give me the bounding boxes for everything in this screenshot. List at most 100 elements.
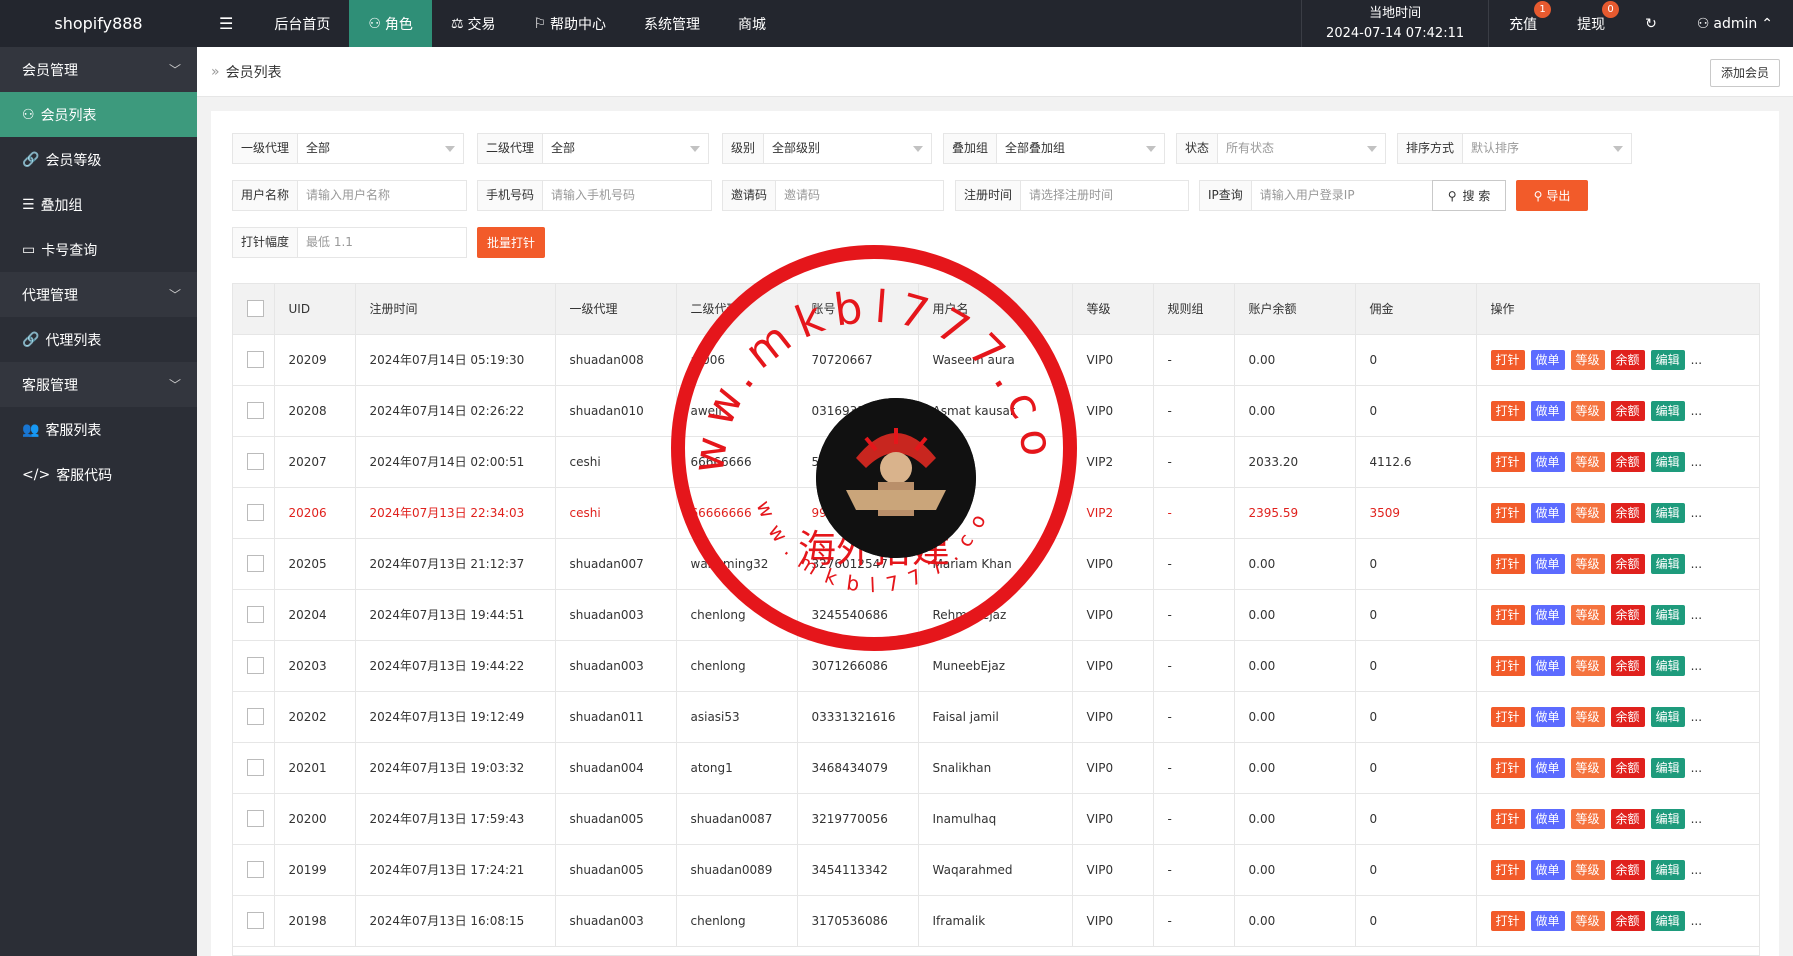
action-button-3[interactable]: 余额 (1610, 604, 1645, 625)
row-checkbox[interactable] (247, 351, 264, 368)
action-button-3[interactable]: 余额 (1610, 706, 1645, 727)
action-button-2[interactable]: 等级 (1570, 553, 1605, 574)
nav-trade[interactable]: ⚖ 交易 (432, 0, 515, 47)
action-button-0[interactable]: 打针 (1490, 349, 1525, 370)
action-button-0[interactable]: 打针 (1490, 706, 1525, 727)
batch-inject-button[interactable]: 批量打针 (477, 227, 545, 258)
phone-input[interactable]: 请输入手机号码 (543, 181, 711, 210)
invite-input[interactable]: 邀请码 (776, 181, 943, 210)
nav-home[interactable]: 后台首页 (255, 0, 349, 47)
row-checkbox[interactable] (247, 504, 264, 521)
action-button-0[interactable]: 打针 (1490, 400, 1525, 421)
menu-toggle-icon[interactable]: ☰ (197, 0, 255, 47)
action-button-3[interactable]: 余额 (1610, 655, 1645, 676)
action-button-2[interactable]: 等级 (1570, 859, 1605, 880)
filter-invite[interactable]: 邀请码 邀请码 (722, 180, 944, 211)
action-button-4[interactable]: 编辑 (1650, 706, 1685, 727)
action-button-3[interactable]: 余额 (1610, 400, 1645, 421)
filter-agent1[interactable]: 一级代理 全部 (232, 133, 464, 164)
recharge-button[interactable]: 充值 1 (1489, 0, 1557, 47)
sidebar-item-stack-group[interactable]: ☰ 叠加组 (0, 182, 197, 227)
refresh-icon[interactable]: ↻ (1625, 0, 1677, 47)
action-button-2[interactable]: 等级 (1570, 349, 1605, 370)
level-select[interactable]: 全部级别 (764, 134, 931, 163)
nav-mall[interactable]: 商城 (719, 0, 785, 47)
action-button-3[interactable]: 余额 (1610, 451, 1645, 472)
filter-ip[interactable]: IP查询 请输入用户登录IP (1199, 180, 1433, 211)
row-checkbox[interactable] (247, 708, 264, 725)
action-button-0[interactable]: 打针 (1490, 757, 1525, 778)
action-button-2[interactable]: 等级 (1570, 655, 1605, 676)
action-button-1[interactable]: 做单 (1530, 604, 1565, 625)
agent2-select[interactable]: 全部 (543, 134, 708, 163)
row-checkbox[interactable] (247, 657, 264, 674)
row-checkbox[interactable] (247, 402, 264, 419)
action-button-1[interactable]: 做单 (1530, 808, 1565, 829)
action-button-1[interactable]: 做单 (1530, 655, 1565, 676)
action-button-4[interactable]: 编辑 (1650, 859, 1685, 880)
app-logo[interactable]: shopify888 (0, 0, 197, 47)
action-button-1[interactable]: 做单 (1530, 757, 1565, 778)
action-button-2[interactable]: 等级 (1570, 757, 1605, 778)
nav-system[interactable]: 系统管理 (625, 0, 719, 47)
action-button-3[interactable]: 余额 (1610, 502, 1645, 523)
action-button-2[interactable]: 等级 (1570, 808, 1605, 829)
more-actions-icon[interactable]: ... (1691, 761, 1702, 775)
action-button-1[interactable]: 做单 (1530, 349, 1565, 370)
search-button[interactable]: ⚲ 搜 索 (1432, 180, 1506, 211)
action-button-1[interactable]: 做单 (1530, 859, 1565, 880)
sidebar-item-service-code[interactable]: </> 客服代码 (0, 452, 197, 497)
action-button-4[interactable]: 编辑 (1650, 502, 1685, 523)
action-button-2[interactable]: 等级 (1570, 451, 1605, 472)
row-checkbox[interactable] (247, 555, 264, 572)
row-checkbox[interactable] (247, 912, 264, 929)
action-button-4[interactable]: 编辑 (1650, 553, 1685, 574)
row-checkbox[interactable] (247, 759, 264, 776)
regtime-input[interactable]: 请选择注册时间 (1021, 181, 1188, 210)
sidebar-group-service[interactable]: 客服管理 ﹀ (0, 362, 197, 407)
more-actions-icon[interactable]: ... (1691, 455, 1702, 469)
action-button-4[interactable]: 编辑 (1650, 757, 1685, 778)
select-all-checkbox[interactable] (247, 300, 264, 318)
action-button-4[interactable]: 编辑 (1650, 910, 1685, 931)
group-select[interactable]: 全部叠加组 (997, 134, 1164, 163)
nav-role[interactable]: ⚇ 角色 (349, 0, 432, 47)
sidebar-item-member-level[interactable]: 🔗 会员等级 (0, 137, 197, 182)
add-member-button[interactable]: 添加会员 (1709, 59, 1780, 87)
action-button-3[interactable]: 余额 (1610, 349, 1645, 370)
user-menu[interactable]: ⚇ admin ⌃ (1677, 0, 1793, 47)
action-button-0[interactable]: 打针 (1490, 910, 1525, 931)
more-actions-icon[interactable]: ... (1691, 557, 1702, 571)
filter-sort[interactable]: 排序方式 默认排序 (1397, 133, 1632, 164)
action-button-2[interactable]: 等级 (1570, 706, 1605, 727)
sidebar-group-member[interactable]: 会员管理 ﹀ (0, 47, 197, 92)
action-button-4[interactable]: 编辑 (1650, 808, 1685, 829)
action-button-1[interactable]: 做单 (1530, 553, 1565, 574)
filter-username[interactable]: 用户名称 请输入用户名称 (232, 180, 467, 211)
action-button-4[interactable]: 编辑 (1650, 604, 1685, 625)
status-select[interactable]: 所有状态 (1218, 134, 1385, 163)
export-button[interactable]: ⚲ 导出 (1516, 180, 1588, 211)
row-checkbox[interactable] (247, 810, 264, 827)
filter-regtime[interactable]: 注册时间 请选择注册时间 (955, 180, 1189, 211)
sidebar-item-member-list[interactable]: ⚇ 会员列表 (0, 92, 197, 137)
action-button-0[interactable]: 打针 (1490, 604, 1525, 625)
action-button-1[interactable]: 做单 (1530, 400, 1565, 421)
action-button-1[interactable]: 做单 (1530, 502, 1565, 523)
filter-status[interactable]: 状态 所有状态 (1176, 133, 1386, 164)
action-button-3[interactable]: 余额 (1610, 808, 1645, 829)
action-button-1[interactable]: 做单 (1530, 451, 1565, 472)
ip-input[interactable]: 请输入用户登录IP (1252, 181, 1432, 210)
sidebar-group-agent[interactable]: 代理管理 ﹀ (0, 272, 197, 317)
more-actions-icon[interactable]: ... (1691, 710, 1702, 724)
action-button-1[interactable]: 做单 (1530, 706, 1565, 727)
action-button-0[interactable]: 打针 (1490, 655, 1525, 676)
username-input[interactable]: 请输入用户名称 (298, 181, 466, 210)
more-actions-icon[interactable]: ... (1691, 353, 1702, 367)
row-checkbox[interactable] (247, 453, 264, 470)
action-button-0[interactable]: 打针 (1490, 553, 1525, 574)
row-checkbox[interactable] (247, 861, 264, 878)
sort-select[interactable]: 默认排序 (1463, 134, 1631, 163)
more-actions-icon[interactable]: ... (1691, 863, 1702, 877)
filter-level[interactable]: 级别 全部级别 (722, 133, 932, 164)
